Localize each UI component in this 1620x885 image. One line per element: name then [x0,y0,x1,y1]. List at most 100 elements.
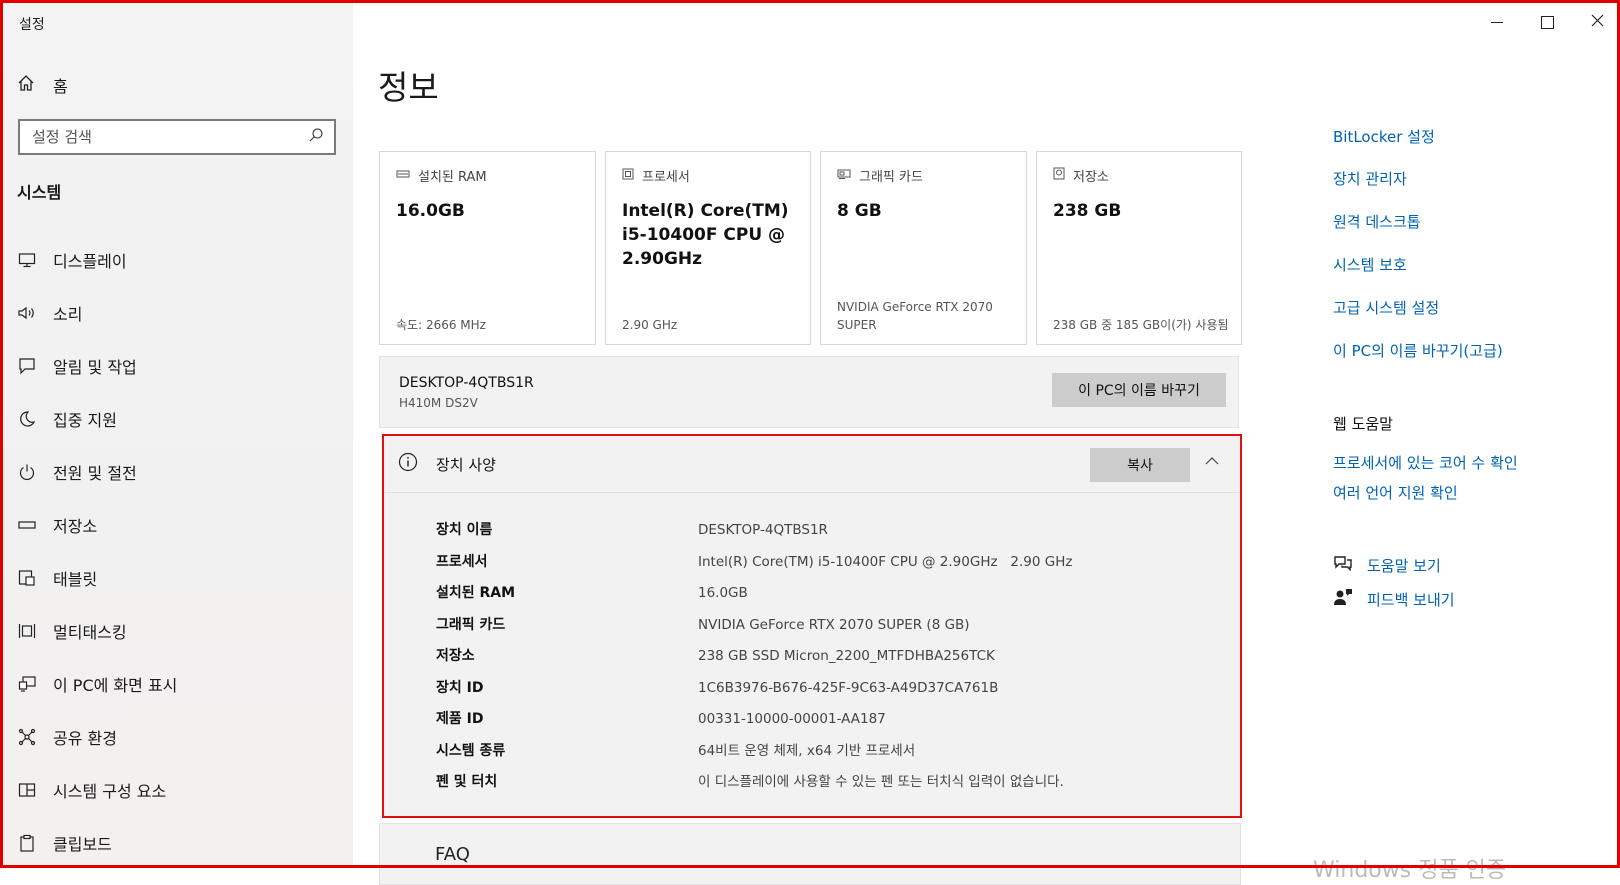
ram-icon [396,168,410,183]
spec-key: 장치 이름 [436,522,493,538]
info-icon [398,452,418,476]
spec-row: 장치 ID 1C6B3976-B676-425F-9C63-A49D37CA761… [436,676,998,700]
sidebar-item-display[interactable]: 디스플레이 [17,233,337,286]
get-help-link[interactable]: 도움말 보기 [1333,554,1441,576]
feedback-person-icon [1333,588,1353,610]
project-icon [17,674,37,694]
web-help-title: 웹 도움말 [1333,415,1393,433]
card-sub: NVIDIA GeForce RTX 2070 SUPER [837,300,993,332]
activation-watermark: Windows 정품 인증 [1313,858,1507,883]
sidebar-item-label: 전원 및 절전 [53,463,137,483]
card-graphics: 그래픽 카드 8 GB NVIDIA GeForce RTX 2070 SUPE… [820,151,1027,345]
tablet-icon [17,568,37,588]
device-specs-header[interactable]: 장치 사양 복사 [384,436,1240,493]
clipboard-icon [17,833,37,853]
spec-value: 16.0GB [698,585,748,601]
link-rename-pc-advanced[interactable]: 이 PC의 이름 바꾸기(고급) [1333,340,1503,361]
sidebar-item-label: 클립보드 [53,834,112,854]
minimize-button[interactable] [1474,6,1520,38]
link-cpu-cores[interactable]: 프로세서에 있는 코어 수 확인 [1333,452,1518,473]
monitor-icon [17,250,37,270]
card-sub: 속도: 2666 MHz [396,318,486,332]
link-remote-desktop[interactable]: 원격 데스크톱 [1333,211,1421,232]
sidebar-section-title: 시스템 [17,183,62,202]
spec-row: 그래픽 카드 NVIDIA GeForce RTX 2070 SUPER (8 G… [436,613,970,637]
spec-value: NVIDIA GeForce RTX 2070 SUPER (8 GB) [698,616,970,633]
link-device-manager[interactable]: 장치 관리자 [1333,168,1407,189]
link-system-protection[interactable]: 시스템 보호 [1333,254,1407,275]
sidebar-item-label: 알림 및 작업 [53,357,137,377]
maximize-icon [1540,15,1554,29]
sidebar-item-multitasking[interactable]: 멀티태스킹 [17,604,337,657]
sidebar-item-label: 이 PC에 화면 표시 [53,675,178,695]
card-label: 프로세서 [642,170,690,185]
app-title: 설정 [19,17,45,33]
card-sub: 238 GB 중 185 GB이(가) 사용됨 [1053,318,1229,332]
close-button[interactable] [1574,6,1620,38]
chevron-up-icon[interactable] [1204,452,1220,471]
spec-key: 설치된 RAM [436,585,516,601]
speaker-icon [17,303,37,323]
share-icon [17,727,37,747]
sidebar-item-focus-assist[interactable]: 집중 지원 [17,392,337,445]
sidebar-item-label: 소리 [53,304,83,324]
search-box[interactable] [18,119,336,155]
spec-key: 시스템 종류 [436,742,506,759]
copy-button[interactable]: 복사 [1090,448,1190,482]
sidebar-item-storage[interactable]: 저장소 [17,498,337,551]
spec-key: 제품 ID [436,711,484,727]
sidebar-item-sound[interactable]: 소리 [17,286,337,339]
spec-row: 설치된 RAM 16.0GB [436,581,748,605]
card-storage: 저장소 238 GB 238 GB 중 185 GB이(가) 사용됨 [1036,151,1242,345]
spec-key: 프로세서 [436,553,488,570]
card-label: 설치된 RAM [418,170,487,185]
card-value: Intel(R) Core(TM) i5-10400F CPU @ 2.90GH… [622,201,789,269]
spec-key: 저장소 [436,648,475,664]
page-title: 정보 [378,68,439,107]
spec-value: 238 GB SSD Micron_2200_MTFDHBA256TCK [698,648,995,664]
cpu-icon [622,168,634,184]
sidebar-item-label: 시스템 구성 요소 [53,781,167,801]
card-label: 저장소 [1073,170,1109,185]
sidebar-item-tablet[interactable]: 태블릿 [17,551,337,604]
spec-key: 펜 및 터치 [436,774,498,790]
sidebar-item-project[interactable]: 이 PC에 화면 표시 [17,657,337,710]
spec-value: 이 디스플레이에 사용할 수 있는 펜 또는 터치식 입력이 없습니다. [698,774,1064,790]
sidebar-item-clipboard[interactable]: 클립보드 [17,816,337,869]
feedback-link[interactable]: 피드백 보내기 [1333,588,1455,610]
spec-value: DESKTOP-4QTBS1R [698,522,828,538]
sidebar-item-system-components[interactable]: 시스템 구성 요소 [17,763,337,816]
link-advanced-system-settings[interactable]: 고급 시스템 설정 [1333,297,1439,318]
nav-home[interactable]: 홈 [17,73,68,97]
disk-icon [1053,167,1065,184]
spec-key: 그래픽 카드 [436,616,506,633]
pc-model: H410M DS2V [399,396,478,410]
search-icon[interactable] [308,127,324,147]
sidebar-item-label: 태블릿 [53,569,98,589]
sidebar-item-notifications[interactable]: 알림 및 작업 [17,339,337,392]
card-processor: 프로세서 Intel(R) Core(TM) i5-10400F CPU @ 2… [605,151,811,345]
multitask-icon [17,621,37,641]
spec-row: 장치 이름 DESKTOP-4QTBS1R [436,518,828,542]
link-bitlocker[interactable]: BitLocker 설정 [1333,126,1435,147]
help-chat-icon [1333,554,1353,576]
pc-name-panel: DESKTOP-4QTBS1R H410M DS2V 이 PC의 이름 바꾸기 [379,356,1239,428]
sidebar-item-label: 디스플레이 [53,251,127,271]
card-sub: 2.90 GHz [622,318,678,332]
device-specs-panel: 장치 사양 복사 장치 이름 DESKTOP-4QTBS1R 프로세서 Intel(R… [382,434,1242,818]
link-language-support[interactable]: 여러 언어 지원 확인 [1333,482,1458,503]
storage-icon [17,515,37,535]
card-value: 8 GB [837,201,882,221]
moon-icon [17,409,37,429]
notification-icon [17,356,37,376]
maximize-button[interactable] [1524,6,1570,38]
card-value: 238 GB [1053,201,1122,221]
sidebar-item-power[interactable]: 전원 및 절전 [17,445,337,498]
card-label: 그래픽 카드 [859,170,923,185]
nav-home-label: 홈 [53,77,68,96]
search-input[interactable] [30,127,308,147]
faq-panel[interactable]: FAQ [379,823,1241,885]
rename-pc-button[interactable]: 이 PC의 이름 바꾸기 [1052,373,1226,407]
card-value: 16.0GB [396,201,465,221]
sidebar-item-shared-experiences[interactable]: 공유 환경 [17,710,337,763]
